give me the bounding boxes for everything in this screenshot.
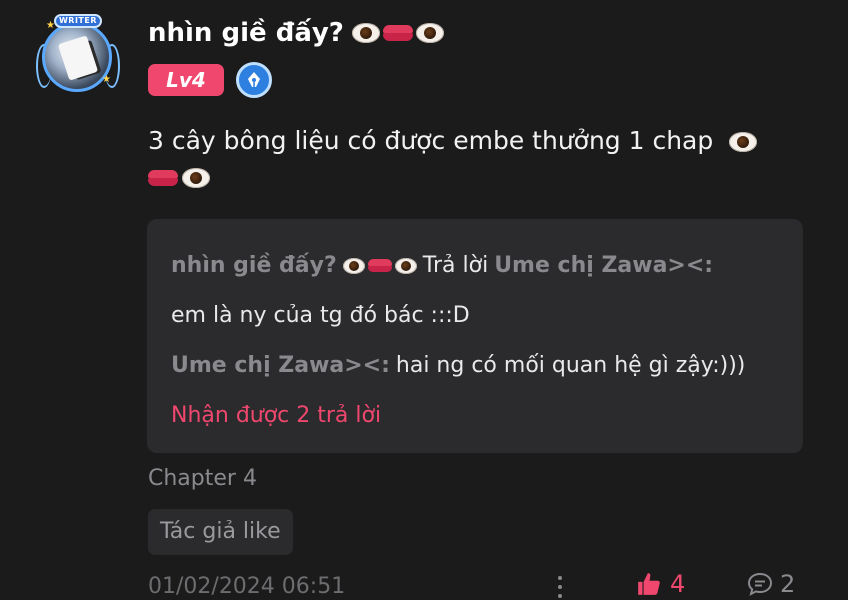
comment-date: 01/02/2024 06:51 — [148, 574, 346, 599]
quoted-author[interactable]: Ume chị Zawa><: — [171, 353, 390, 378]
lips-emoji-icon — [148, 170, 178, 186]
reply-button[interactable]: 2 — [746, 570, 795, 598]
quoted-reply: Ume chị Zawa><: hai ng có mối quan hệ gì… — [171, 353, 745, 378]
reply-preview-box[interactable]: nhìn giề đấy? Trả lời Ume chị Zawa><: em… — [147, 219, 803, 453]
star-icon: ★ — [102, 74, 111, 85]
chapter-label[interactable]: Chapter 4 — [148, 466, 257, 491]
reply-text: em là ny của tg đó bác :::D — [171, 303, 470, 328]
chat-bubble-icon — [747, 572, 773, 596]
writer-frame-badge: WRITER — [54, 14, 102, 28]
reply-count: 2 — [780, 570, 796, 598]
username-text: nhìn giề đấy? — [148, 18, 344, 48]
level-badge: Lv4 — [148, 64, 224, 96]
username-emojis — [351, 23, 444, 43]
like-button[interactable]: 4 — [636, 570, 685, 598]
reply-author[interactable]: nhìn giề đấy? — [171, 253, 337, 278]
eye-emoji-icon — [394, 257, 417, 274]
eye-emoji-icon — [351, 23, 380, 43]
lips-emoji-icon — [367, 259, 392, 272]
avatar[interactable]: WRITER ★ ★ — [36, 14, 120, 98]
thumbs-up-icon — [638, 573, 660, 595]
username[interactable]: nhìn giề đấy? — [148, 18, 444, 48]
reply-author-emojis — [342, 257, 417, 274]
eye-emoji-icon — [729, 132, 758, 152]
reply-to-user[interactable]: Ume chị Zawa><: — [494, 253, 713, 278]
star-icon: ★ — [46, 20, 55, 31]
comment-trailing-emojis — [148, 168, 788, 188]
reply-to-label: Trả lời — [422, 253, 489, 278]
comment-body: 3 cây bông liệu có được embe thưởng 1 ch… — [148, 116, 788, 188]
reply-header: nhìn giề đấy? Trả lời Ume chị Zawa><: — [171, 253, 713, 278]
eye-emoji-icon — [415, 23, 444, 43]
like-count: 4 — [670, 570, 686, 598]
pen-nib-icon — [236, 62, 272, 98]
eye-emoji-icon — [342, 257, 365, 274]
eye-emoji-icon — [182, 168, 210, 188]
comment-text: 3 cây bông liệu có được embe thưởng 1 ch… — [148, 126, 714, 155]
author-liked-tag: Tác giả like — [148, 509, 293, 555]
lips-emoji-icon — [382, 25, 413, 41]
more-options-icon[interactable] — [556, 576, 564, 600]
view-more-replies-link[interactable]: Nhận được 2 trả lời — [171, 403, 381, 428]
quoted-text: hai ng có mối quan hệ gì zậy:))) — [395, 353, 746, 378]
